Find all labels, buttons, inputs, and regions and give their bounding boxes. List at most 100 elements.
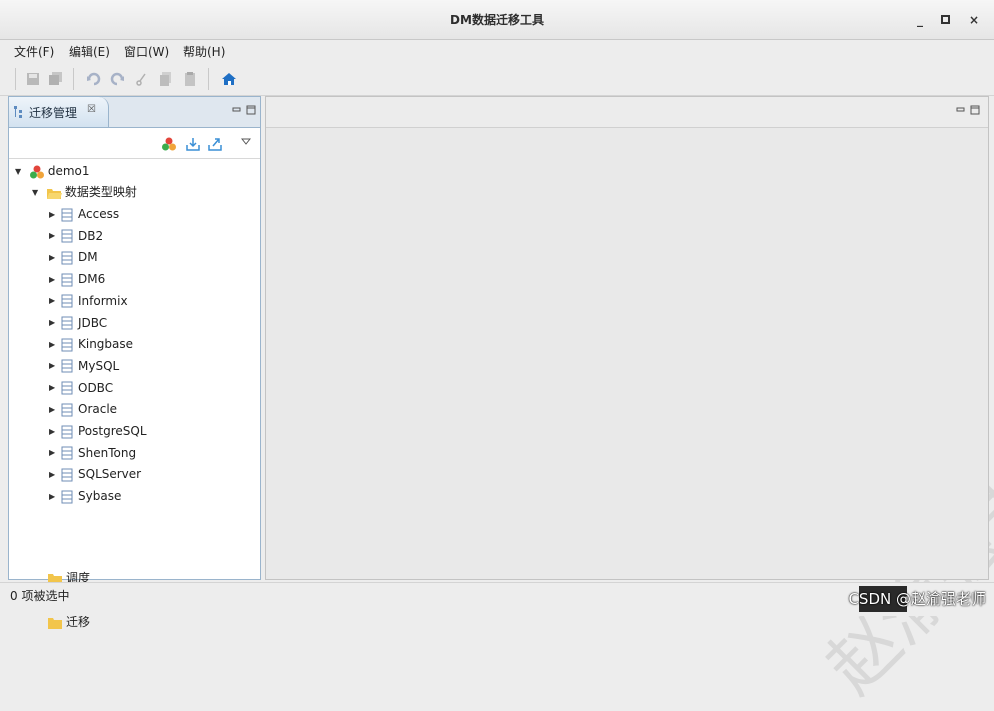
expanded-arrow-icon[interactable]: ▼ [15, 162, 25, 182]
database-icon [61, 468, 73, 482]
minimize-maximize-editor-icons[interactable] [956, 105, 982, 117]
database-icon [61, 381, 73, 395]
tree-node-database[interactable]: ▶ Informix [49, 291, 128, 311]
collapsed-arrow-icon[interactable]: ▶ [49, 248, 59, 268]
collapsed-arrow-icon[interactable]: ▶ [49, 400, 59, 420]
collapsed-arrow-icon[interactable]: ▶ [49, 378, 59, 398]
maximize-button[interactable] [936, 10, 956, 30]
menu-edit[interactable]: 编辑(E) [69, 43, 110, 60]
editor-area [265, 96, 989, 580]
tree-view-icon [14, 106, 22, 118]
tree-node-label: JDBC [78, 315, 108, 330]
collapsed-arrow-icon[interactable]: ▶ [49, 335, 59, 355]
tree-node-database[interactable]: ▶ Sybase [49, 486, 121, 506]
menu-file[interactable]: 文件(F) [14, 43, 54, 60]
window-title: DM数据迁移工具 [450, 13, 544, 27]
view-menu-icon[interactable] [241, 138, 251, 146]
database-icon [61, 446, 73, 460]
status-text: 0 项被选中 [10, 589, 70, 603]
tree-node-label: demo1 [47, 164, 90, 178]
menu-bar: 文件(F) 编辑(E) 窗口(W) 帮助(H) [0, 40, 994, 62]
toolbar-separator [73, 68, 74, 90]
home-icon[interactable] [221, 71, 237, 87]
collapsed-arrow-icon[interactable]: ▶ [49, 422, 59, 442]
tree-node-database[interactable]: ▶ Oracle [49, 399, 117, 419]
tree-node-label: Kingbase [78, 337, 134, 352]
collapsed-arrow-icon[interactable]: ▶ [49, 443, 59, 463]
tree-node-database[interactable]: ▶ DB2 [49, 226, 103, 246]
database-icon [61, 316, 73, 330]
paste-icon[interactable] [182, 71, 198, 87]
tree-node-demo1[interactable]: ▼ demo1 [15, 161, 90, 181]
collapsed-arrow-icon[interactable]: ▶ [49, 205, 59, 225]
tree-node-label: DM [78, 250, 98, 265]
database-icon [61, 251, 73, 265]
tree-node-database[interactable]: ▶ Kingbase [49, 334, 133, 354]
database-icon [61, 490, 73, 504]
export-icon[interactable] [207, 136, 223, 152]
csdn-watermark: CSDN @赵渝强老师 [848, 590, 986, 608]
collapsed-arrow-icon[interactable]: ▶ [49, 356, 59, 376]
toolbar [0, 62, 994, 96]
cut-icon[interactable] [134, 71, 150, 87]
database-icon [61, 359, 73, 373]
tree-node-database[interactable]: ▶ SQLServer [49, 464, 141, 484]
collapsed-arrow-icon[interactable]: ▶ [49, 291, 59, 311]
tab-migration-manager[interactable]: 迁移管理 ☒ [9, 97, 109, 127]
database-icon [61, 273, 73, 287]
tree-node-database[interactable]: ▶ PostgreSQL [49, 421, 147, 441]
new-project-icon[interactable] [161, 136, 177, 152]
status-bar: 0 项被选中 [0, 582, 994, 616]
minimize-button[interactable]: _ [910, 10, 930, 30]
menu-help[interactable]: 帮助(H) [183, 43, 225, 60]
collapsed-arrow-icon[interactable]: ▶ [49, 313, 59, 333]
collapsed-arrow-icon[interactable]: ▶ [49, 226, 59, 246]
view-toolbar [9, 128, 260, 159]
redo-icon[interactable] [109, 71, 125, 87]
title-bar: DM数据迁移工具 _ × [0, 0, 994, 40]
tree-node-label: MySQL [78, 358, 120, 373]
migration-manager-panel: 迁移管理 ☒ ▼ demo1 ▼ 数据类型映射 ▶ Access ▶ DB2 ▶ DM ▶ D… [8, 96, 261, 629]
tab-label: 迁移管理 [29, 106, 78, 120]
tree-node-label: Informix [78, 293, 128, 308]
import-icon[interactable] [185, 136, 201, 152]
tree-node-type-mapping[interactable]: ▼ 数据类型映射 [32, 182, 137, 202]
toolbar-separator [208, 68, 209, 90]
undo-icon[interactable] [86, 71, 102, 87]
tree-node-label: 迁移 [66, 615, 91, 629]
tree-node-label: SQLServer [78, 467, 142, 482]
tree-node-database[interactable]: ▶ DM6 [49, 269, 105, 289]
open-folder-icon [46, 188, 62, 199]
toolbar-separator [15, 68, 16, 90]
tab-close-icon[interactable]: ☒ [87, 104, 96, 115]
database-icon [61, 208, 73, 221]
copy-icon[interactable] [158, 71, 174, 87]
collapsed-arrow-icon[interactable]: ▶ [49, 465, 59, 485]
tree-node-database[interactable]: ▶ ODBC [49, 378, 113, 398]
menu-window[interactable]: 窗口(W) [124, 43, 169, 60]
tree-node-database[interactable]: ▶ JDBC [49, 313, 107, 333]
database-icon [61, 425, 73, 438]
tree-node-label: ODBC [78, 380, 114, 395]
save-all-icon[interactable] [48, 71, 64, 87]
database-icon [61, 294, 73, 308]
project-icon [29, 165, 44, 178]
close-button[interactable]: × [964, 10, 984, 30]
tree-node-label: Sybase [78, 489, 122, 504]
save-icon[interactable] [25, 71, 41, 87]
expanded-arrow-icon[interactable]: ▼ [32, 183, 42, 203]
tree-node-label: Oracle [78, 402, 118, 417]
tree-node-database[interactable]: ▶ ShenTong [49, 443, 136, 463]
editor-tab-strip [266, 97, 988, 128]
database-icon [61, 338, 73, 352]
database-icon [61, 403, 73, 417]
tree-node-label: Access [78, 207, 120, 221]
tree-node-label: DM6 [78, 272, 106, 287]
tree-node-database[interactable]: ▶ DM [49, 247, 98, 267]
minimize-maximize-view-icons[interactable] [232, 105, 258, 117]
panel-tab-strip: 迁移管理 ☒ [9, 97, 260, 128]
collapsed-arrow-icon[interactable]: ▶ [49, 487, 59, 507]
collapsed-arrow-icon[interactable]: ▶ [49, 270, 59, 290]
tree-node-database[interactable]: ▶ MySQL [49, 356, 119, 376]
tree-node-database[interactable]: ▶ Access [49, 204, 119, 224]
